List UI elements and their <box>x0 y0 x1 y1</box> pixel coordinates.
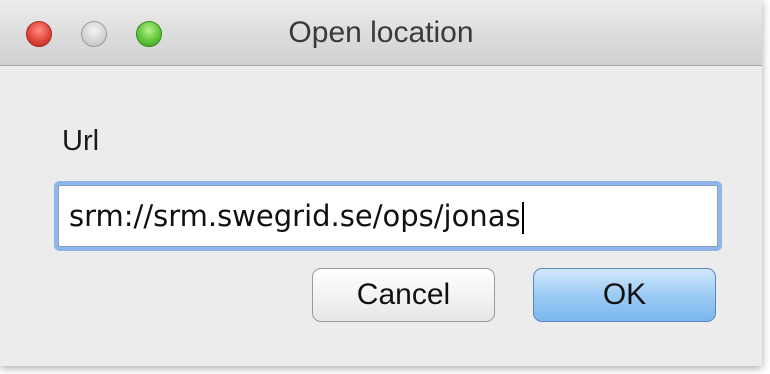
open-location-dialog: Open location Url srm://srm.swegrid.se/o… <box>0 0 762 366</box>
url-label: Url <box>62 125 100 157</box>
url-input[interactable]: srm://srm.swegrid.se/ops/jonas <box>58 185 718 247</box>
text-caret <box>521 202 524 234</box>
cancel-button[interactable]: Cancel <box>312 268 495 322</box>
ok-button[interactable]: OK <box>533 268 716 322</box>
window-title: Open location <box>288 16 474 49</box>
url-input-value: srm://srm.swegrid.se/ops/jonas <box>69 199 521 233</box>
title-bar[interactable]: Open location <box>0 0 762 66</box>
